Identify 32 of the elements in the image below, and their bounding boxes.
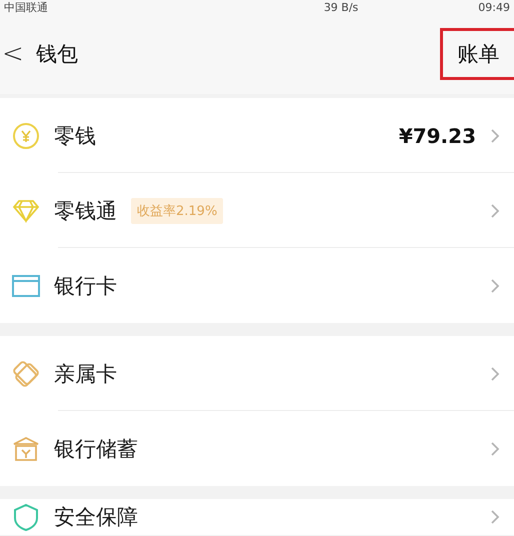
chevron-icon	[490, 278, 500, 294]
item-label: 银行储蓄	[54, 436, 138, 462]
menu-item[interactable]: 零钱 ¥79.23	[0, 98, 514, 173]
rate-badge: 收益率2.19%	[131, 198, 224, 224]
shield-icon	[12, 503, 40, 531]
item-label: 零钱通	[54, 198, 117, 224]
chevron-icon	[490, 440, 500, 456]
item-label: 亲属卡	[54, 360, 117, 388]
bank-icon	[12, 436, 40, 462]
diamond-icon	[12, 198, 40, 222]
menu-item[interactable]: 银行储蓄	[0, 411, 514, 486]
chevron-icon	[490, 509, 500, 525]
back-button[interactable]: <	[2, 39, 36, 69]
item-label: 安全保障	[54, 504, 138, 531]
clock-time: 09:49	[478, 0, 510, 14]
card-icon	[12, 274, 40, 296]
coin-icon	[12, 122, 40, 150]
menu-item[interactable]: 零钱通 收益率2.19%	[0, 173, 514, 248]
carrier-name: 中国联通	[4, 0, 48, 14]
network-speed: 39 B/s	[324, 0, 358, 14]
bill-button[interactable]: 账单	[440, 28, 514, 80]
menu-item[interactable]: 安全保障	[0, 499, 514, 535]
chevron-icon	[490, 202, 500, 218]
menu-item[interactable]: 亲属卡	[0, 336, 514, 411]
item-label: 银行卡	[54, 272, 117, 300]
chevron-icon	[490, 366, 500, 382]
chevron-icon	[490, 128, 500, 144]
item-label: 零钱	[54, 122, 96, 150]
cards-icon	[12, 360, 40, 388]
balance-value: ¥79.23	[398, 124, 476, 148]
menu-item[interactable]: 银行卡	[0, 248, 514, 323]
page-title: 钱包	[36, 41, 79, 68]
